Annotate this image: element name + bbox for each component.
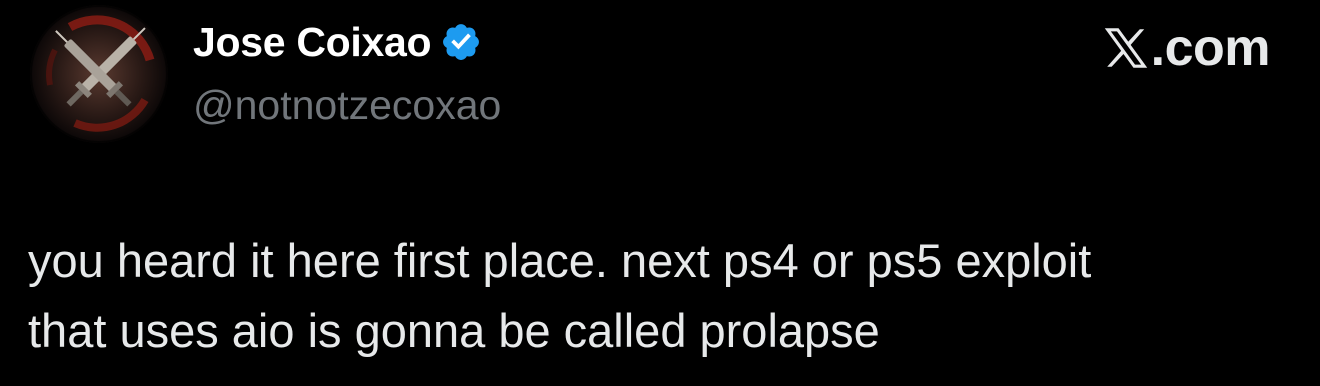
display-name[interactable]: Jose Coixao <box>193 14 432 70</box>
verified-badge-icon <box>440 21 482 63</box>
handle[interactable]: @notnotzecoxao <box>193 77 501 133</box>
avatar[interactable] <box>30 5 168 143</box>
brand-domain-text: .com <box>1150 19 1271 77</box>
tweet-line: that uses aio is gonna be called prolaps… <box>28 304 880 357</box>
crossed-syringes-avatar-icon <box>30 5 168 143</box>
tweet-line: you heard it here first place. next ps4 … <box>28 234 1092 287</box>
author-info: Jose Coixao @notnotzecoxao <box>193 14 501 134</box>
tweet-card: Jose Coixao @notnotzecoxao .com you hear… <box>0 0 1320 386</box>
brand-watermark: .com <box>1103 19 1271 77</box>
name-row: Jose Coixao <box>193 14 501 70</box>
tweet-text: you heard it here first place. next ps4 … <box>28 226 1298 366</box>
x-logo-icon <box>1103 25 1149 71</box>
